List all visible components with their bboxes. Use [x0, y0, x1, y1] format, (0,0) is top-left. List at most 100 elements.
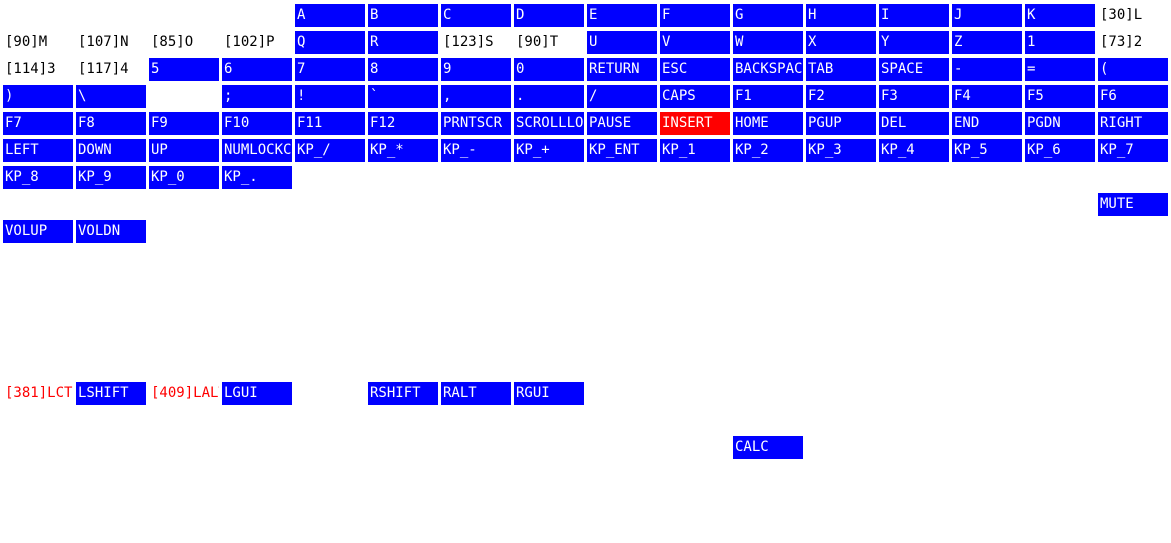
key-0[interactable]: 0 [514, 58, 584, 81]
key-slot-49[interactable]: ` [368, 85, 438, 108]
key-slot-41[interactable]: - [952, 58, 1022, 81]
key-m[interactable]: [90]M [3, 31, 73, 54]
key-down[interactable]: DOWN [76, 139, 146, 162]
key-kp-4[interactable]: KP_4 [879, 139, 949, 162]
key-9[interactable]: 9 [441, 58, 511, 81]
key-v[interactable]: V [660, 31, 730, 54]
key-kp[interactable]: KP_- [441, 139, 511, 162]
key-slot-45[interactable]: \ [76, 85, 146, 108]
key-k[interactable]: K [1025, 4, 1095, 27]
key-q[interactable]: Q [295, 31, 365, 54]
key-tab[interactable]: TAB [806, 58, 876, 81]
key-f2[interactable]: F2 [806, 85, 876, 108]
key-kp-3[interactable]: KP_3 [806, 139, 876, 162]
key-8[interactable]: 8 [368, 58, 438, 81]
key-f8[interactable]: F8 [76, 112, 146, 135]
key-l[interactable]: [30]L [1098, 4, 1168, 27]
key-j[interactable]: J [952, 4, 1022, 27]
key-slot-50[interactable]: , [441, 85, 511, 108]
key-c[interactable]: C [441, 4, 511, 27]
key-return[interactable]: RETURN [587, 58, 657, 81]
key-kp[interactable]: KP_+ [514, 139, 584, 162]
key-lalt[interactable]: [409]LALT [149, 382, 219, 405]
key-ralt[interactable]: RALT [441, 382, 511, 405]
key-prntscr[interactable]: PRNTSCR [441, 112, 511, 135]
key-kp[interactable]: KP_/ [295, 139, 365, 162]
key-d[interactable]: D [514, 4, 584, 27]
key-end[interactable]: END [952, 112, 1022, 135]
key-b[interactable]: B [368, 4, 438, 27]
key-lshift[interactable]: LSHIFT [76, 382, 146, 405]
key-pgdn[interactable]: PGDN [1025, 112, 1095, 135]
key-f3[interactable]: F3 [879, 85, 949, 108]
key-slot-44[interactable]: ) [3, 85, 73, 108]
key-kp-8[interactable]: KP_8 [3, 166, 73, 189]
key-rshift[interactable]: RSHIFT [368, 382, 438, 405]
key-kp-5[interactable]: KP_5 [952, 139, 1022, 162]
key-kp-1[interactable]: KP_1 [660, 139, 730, 162]
key-f12[interactable]: F12 [368, 112, 438, 135]
key-scrolllock[interactable]: SCROLLLOCK [514, 112, 584, 135]
key-calc[interactable]: CALC [733, 436, 803, 459]
key-f[interactable]: F [660, 4, 730, 27]
key-esc[interactable]: ESC [660, 58, 730, 81]
key-z[interactable]: Z [952, 31, 1022, 54]
key-kp-2[interactable]: KP_2 [733, 139, 803, 162]
key-r[interactable]: R [368, 31, 438, 54]
key-s[interactable]: [123]S [441, 31, 511, 54]
key-slot-43[interactable]: ( [1098, 58, 1168, 81]
key-volup[interactable]: VOLUP [3, 220, 73, 243]
key-insert[interactable]: INSERT [660, 112, 730, 135]
key-caps[interactable]: CAPS [660, 85, 730, 108]
key-e[interactable]: E [587, 4, 657, 27]
key-f9[interactable]: F9 [149, 112, 219, 135]
key-f1[interactable]: F1 [733, 85, 803, 108]
key-kp-9[interactable]: KP_9 [76, 166, 146, 189]
key-u[interactable]: U [587, 31, 657, 54]
key-x[interactable]: X [806, 31, 876, 54]
key-left[interactable]: LEFT [3, 139, 73, 162]
key-kp[interactable]: KP_* [368, 139, 438, 162]
key-n[interactable]: [107]N [76, 31, 146, 54]
key-slot-48[interactable]: ! [295, 85, 365, 108]
key-2[interactable]: [73]2 [1098, 31, 1168, 54]
key-slot-46[interactable] [149, 85, 219, 108]
key-7[interactable]: 7 [295, 58, 365, 81]
key-4[interactable]: [117]4 [76, 58, 146, 81]
key-slot-51[interactable]: . [514, 85, 584, 108]
key-slot-47[interactable]: ; [222, 85, 292, 108]
key-kp-ent[interactable]: KP_ENT [587, 139, 657, 162]
key-up[interactable]: UP [149, 139, 219, 162]
key-3[interactable]: [114]3 [3, 58, 73, 81]
key-f5[interactable]: F5 [1025, 85, 1095, 108]
key-voldn[interactable]: VOLDN [76, 220, 146, 243]
key-slot-42[interactable]: = [1025, 58, 1095, 81]
key-f11[interactable]: F11 [295, 112, 365, 135]
key-kp-6[interactable]: KP_6 [1025, 139, 1095, 162]
key-lctrl[interactable]: [381]LCTRL [3, 382, 73, 405]
key-f4[interactable]: F4 [952, 85, 1022, 108]
key-t[interactable]: [90]T [514, 31, 584, 54]
key-kp[interactable]: KP_. [222, 166, 292, 189]
key-numlockclear[interactable]: NUMLOCKCLEAR [222, 139, 292, 162]
key-5[interactable]: 5 [149, 58, 219, 81]
key-slot-52[interactable]: / [587, 85, 657, 108]
key-g[interactable]: G [733, 4, 803, 27]
key-home[interactable]: HOME [733, 112, 803, 135]
key-w[interactable]: W [733, 31, 803, 54]
key-f10[interactable]: F10 [222, 112, 292, 135]
key-6[interactable]: 6 [222, 58, 292, 81]
key-rgui[interactable]: RGUI [514, 382, 584, 405]
key-f7[interactable]: F7 [3, 112, 73, 135]
key-pause[interactable]: PAUSE [587, 112, 657, 135]
key-del[interactable]: DEL [879, 112, 949, 135]
key-lgui[interactable]: LGUI [222, 382, 292, 405]
key-right[interactable]: RIGHT [1098, 112, 1168, 135]
key-kp-7[interactable]: KP_7 [1098, 139, 1168, 162]
key-i[interactable]: I [879, 4, 949, 27]
key-p[interactable]: [102]P [222, 31, 292, 54]
key-1[interactable]: 1 [1025, 31, 1095, 54]
key-kp-0[interactable]: KP_0 [149, 166, 219, 189]
key-f6[interactable]: F6 [1098, 85, 1168, 108]
key-pgup[interactable]: PGUP [806, 112, 876, 135]
